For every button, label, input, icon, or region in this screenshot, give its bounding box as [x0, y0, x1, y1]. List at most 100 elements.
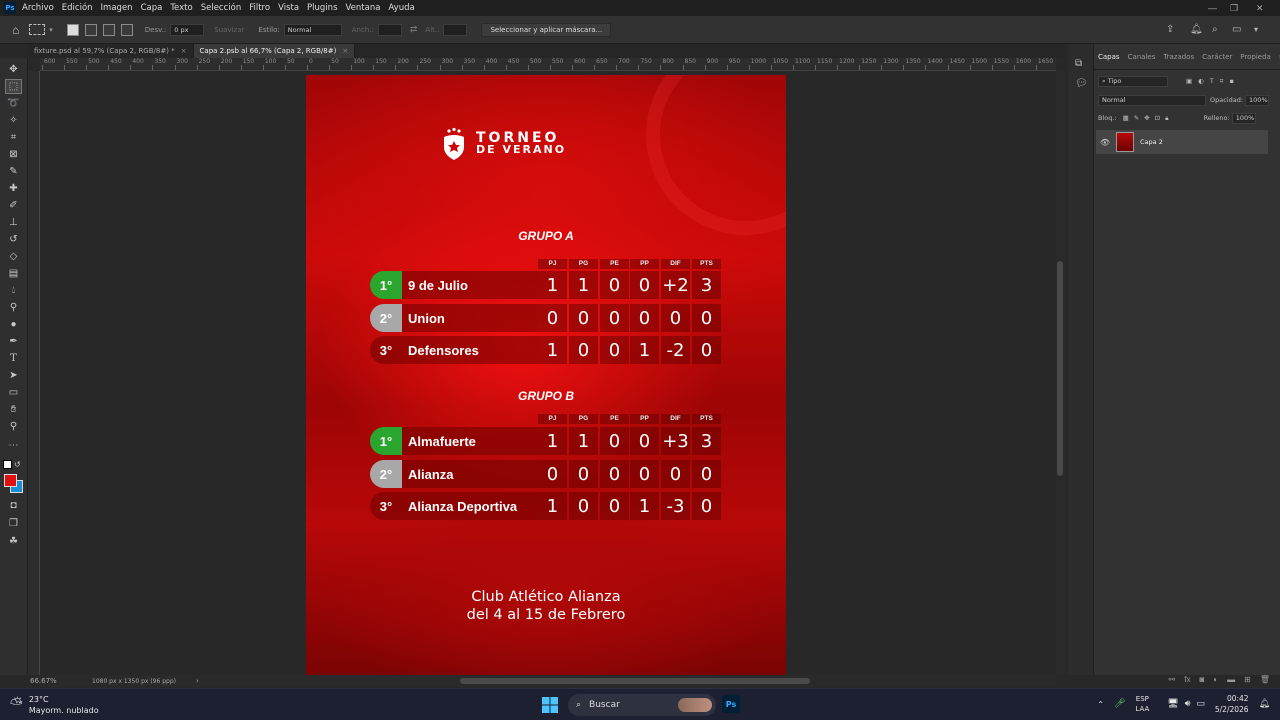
- screen-mode-icon[interactable]: ❐: [5, 516, 22, 531]
- tab-fixture[interactable]: fixture.psd al 59,7% (Capa 2, RGB/8#) * ×: [28, 44, 194, 58]
- menu-seleccion[interactable]: Selección: [201, 3, 242, 13]
- chevron-down-icon[interactable]: ▾: [49, 26, 53, 34]
- move-tool-icon[interactable]: ✥: [5, 62, 22, 77]
- workspace-chevron-icon[interactable]: ▾: [1254, 25, 1258, 34]
- tab-trazados[interactable]: Trazados: [1163, 53, 1194, 61]
- tab-canales[interactable]: Canales: [1128, 53, 1156, 61]
- gradient-tool-icon[interactable]: ▤: [5, 266, 22, 281]
- menu-ayuda[interactable]: Ayuda: [388, 3, 414, 13]
- menu-vista[interactable]: Vista: [278, 3, 299, 13]
- default-colors-icon[interactable]: [3, 460, 12, 469]
- battery-icon[interactable]: ▭: [1196, 699, 1205, 709]
- new-group-icon[interactable]: ▬: [1227, 675, 1235, 684]
- chevron-up-icon[interactable]: ⌃: [1097, 700, 1104, 709]
- close-icon[interactable]: ✕: [1256, 3, 1264, 14]
- add-mask-icon[interactable]: ◙: [1199, 675, 1204, 684]
- style-select[interactable]: Normal: [283, 23, 342, 36]
- horizontal-ruler[interactable]: 600 550 500 450 400 350 300 250 200 150 100 50 0 50 10…: [40, 58, 1056, 71]
- menu-imagen[interactable]: Imagen: [101, 3, 133, 13]
- opacity-input[interactable]: 100%: [1245, 94, 1270, 106]
- mic-icon[interactable]: 🎤︎: [1114, 699, 1125, 709]
- crop-tool-icon[interactable]: ⌗: [5, 130, 22, 145]
- kind-filter-select[interactable]: ⌕ Tipo: [1098, 75, 1168, 87]
- minimize-icon[interactable]: —: [1208, 3, 1217, 13]
- monitor-icon[interactable]: 🖥︎: [1167, 699, 1178, 709]
- clone-stamp-icon[interactable]: ⊥: [5, 215, 22, 230]
- adjustment-layer-icon[interactable]: ◐: [1213, 675, 1218, 684]
- maximize-icon[interactable]: ❐: [1230, 3, 1238, 14]
- eraser-icon[interactable]: ◇: [5, 249, 22, 264]
- vertical-scrollbar[interactable]: [1056, 71, 1065, 675]
- content-credentials-icon[interactable]: ☘: [5, 534, 22, 549]
- tab-capas[interactable]: Capas: [1098, 53, 1120, 61]
- new-layer-icon[interactable]: ⊞: [1244, 675, 1251, 684]
- path-selection-icon[interactable]: ➤: [5, 368, 22, 383]
- history-brush-icon[interactable]: ↺: [5, 232, 22, 247]
- hand-tool-icon[interactable]: ✋︎: [5, 402, 22, 417]
- tab-caracter[interactable]: Carácter: [1202, 53, 1232, 61]
- history-panel-icon[interactable]: ⧉: [1075, 58, 1082, 69]
- comments-panel-icon[interactable]: 💬︎: [1075, 78, 1088, 89]
- vertical-ruler[interactable]: [28, 71, 40, 675]
- clock[interactable]: 00:42 5/2/2026: [1215, 693, 1249, 715]
- share-icon[interactable]: ⇪: [1166, 24, 1174, 35]
- blur-tool-icon[interactable]: 💧︎: [5, 283, 22, 298]
- add-selection-icon[interactable]: [84, 23, 97, 36]
- poster-artboard[interactable]: TORNEO DE VERANO GRUPO A PJ PG PE PP DIF…: [306, 75, 786, 675]
- notification-bell-icon[interactable]: 🔔︎: [1259, 699, 1270, 709]
- search-icon[interactable]: ⌕: [1212, 24, 1218, 35]
- feather-input[interactable]: 0 px: [170, 23, 205, 36]
- height-input[interactable]: [443, 23, 468, 36]
- type-tool-icon[interactable]: T: [5, 351, 22, 366]
- new-selection-icon[interactable]: [66, 23, 79, 36]
- antialias-label[interactable]: Suavizar: [214, 26, 244, 34]
- intersect-selection-icon[interactable]: [120, 23, 133, 36]
- lasso-tool-icon[interactable]: ➰: [5, 96, 22, 111]
- marquee-tool-icon[interactable]: ⬚: [5, 79, 22, 94]
- photoshop-taskbar-icon[interactable]: Ps: [722, 695, 740, 713]
- swap-colors-icon[interactable]: ↺: [14, 460, 21, 469]
- home-icon[interactable]: ⌂: [12, 23, 19, 37]
- subtract-selection-icon[interactable]: [102, 23, 115, 36]
- tab-capa2[interactable]: Capa 2.psb al 66,7% (Capa 2, RGB/8#) ×: [193, 44, 356, 58]
- width-input[interactable]: [377, 23, 402, 36]
- language-indicator[interactable]: ESP LAA: [1135, 694, 1149, 714]
- dodge-tool-icon[interactable]: ⚲: [5, 300, 22, 315]
- select-and-mask-button[interactable]: Seleccionar y aplicar máscara...: [481, 22, 612, 37]
- layer-row[interactable]: 👁︎ Capa 2: [1096, 130, 1268, 154]
- filter-icons[interactable]: ▣◐T⌗▪: [1186, 77, 1240, 86]
- status-chevron-icon[interactable]: ›: [196, 677, 199, 685]
- zoom-level[interactable]: 66.67%: [30, 677, 74, 685]
- menu-edicion[interactable]: Edición: [62, 3, 93, 13]
- eye-icon[interactable]: 👁︎: [1098, 135, 1112, 149]
- swap-icon[interactable]: ⇄: [410, 24, 418, 35]
- menu-plugins[interactable]: Plugins: [307, 3, 337, 13]
- close-tab-icon[interactable]: ×: [181, 47, 187, 55]
- menu-texto[interactable]: Texto: [170, 3, 192, 13]
- canvas-area[interactable]: TORNEO DE VERANO GRUPO A PJ PG PE PP DIF…: [40, 71, 1056, 675]
- menu-capa[interactable]: Capa: [141, 3, 163, 13]
- foreground-color-swatch[interactable]: [4, 474, 17, 487]
- eyedropper-icon[interactable]: ✎: [5, 164, 22, 179]
- frame-tool-icon[interactable]: ⊠: [5, 147, 22, 162]
- link-layers-icon[interactable]: ⚯: [1169, 675, 1176, 684]
- menu-ventana[interactable]: Ventana: [346, 3, 381, 13]
- scroll-thumb[interactable]: [460, 678, 810, 684]
- close-tab-icon[interactable]: ×: [342, 47, 348, 55]
- zoom-tool-icon[interactable]: ⚲: [5, 419, 22, 434]
- scroll-thumb[interactable]: [1057, 261, 1063, 476]
- burn-tool-icon[interactable]: ●: [5, 317, 22, 332]
- magic-wand-icon[interactable]: ✧: [5, 113, 22, 128]
- healing-brush-icon[interactable]: ✚: [5, 181, 22, 196]
- taskbar-search[interactable]: ⌕ Buscar: [568, 694, 716, 716]
- layer-name[interactable]: Capa 2: [1140, 138, 1163, 146]
- rectangle-tool-icon[interactable]: ▭: [5, 385, 22, 400]
- tab-propiedades[interactable]: Propieda: [1240, 53, 1271, 61]
- more-tools-icon[interactable]: ⋯: [5, 438, 22, 453]
- menu-archivo[interactable]: Archivo: [22, 3, 54, 13]
- bell-icon[interactable]: 🔔︎: [1190, 24, 1203, 35]
- fill-input[interactable]: 100%: [1231, 112, 1256, 124]
- marquee-preset-icon[interactable]: [29, 24, 46, 35]
- delete-layer-icon[interactable]: 🗑︎: [1260, 675, 1270, 684]
- speaker-icon[interactable]: 🔊︎: [1185, 699, 1191, 709]
